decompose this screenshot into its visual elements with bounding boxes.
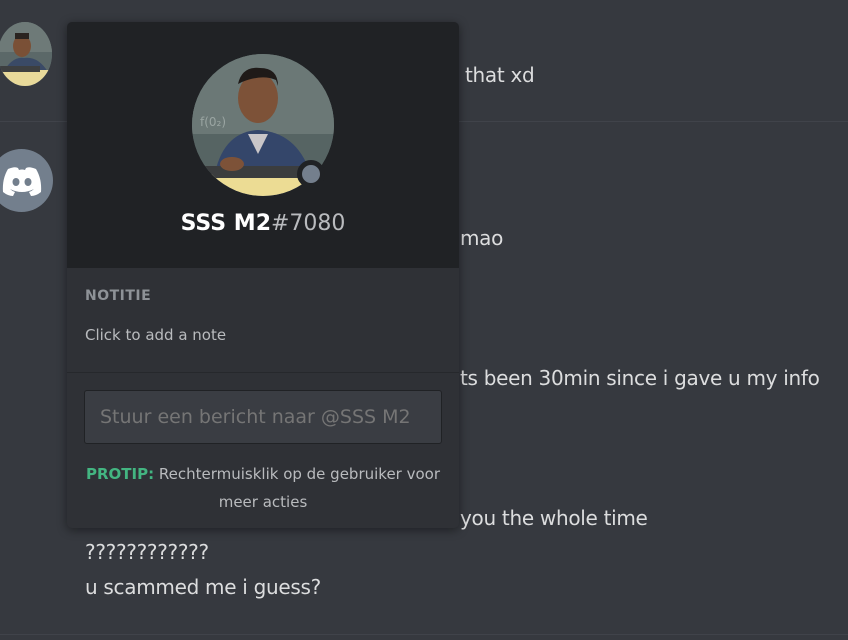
status-offline-indicator bbox=[297, 160, 325, 188]
popout-username: SSS M2#7080 bbox=[67, 210, 459, 238]
message-avatar-sss-m2[interactable] bbox=[0, 22, 52, 86]
protip: PROTIP: Rechtermuisklik op de gebruiker … bbox=[67, 460, 459, 516]
note-title: NOTITIE bbox=[85, 288, 152, 304]
user-photo-icon bbox=[0, 22, 52, 86]
popout-header: f(0₂) SSS M2#7080 bbox=[67, 22, 459, 268]
protip-label: PROTIP: bbox=[85, 465, 155, 483]
message-text-6: u scammed me i guess? bbox=[85, 575, 321, 599]
discriminator-text: #7080 bbox=[271, 211, 346, 236]
message-text-1: that xd bbox=[465, 63, 535, 87]
protip-text: Rechtermuisklik op de gebruiker voor mee… bbox=[158, 465, 441, 511]
message-avatar-discord[interactable] bbox=[0, 149, 53, 212]
message-text-3: ts been 30min since i gave u my info bbox=[460, 366, 820, 390]
user-popout: f(0₂) SSS M2#7080 NOTITIE Click to add a… bbox=[67, 22, 459, 528]
message-text-5: ???????????? bbox=[85, 540, 209, 564]
username-text: SSS M2 bbox=[180, 211, 271, 236]
message-text-4: you the whole time bbox=[460, 506, 648, 530]
svg-text:f(0₂): f(0₂) bbox=[200, 115, 226, 129]
discord-logo-icon bbox=[2, 166, 41, 196]
message-text-2: mao bbox=[460, 226, 504, 250]
note-field[interactable]: Click to add a note bbox=[85, 326, 226, 344]
separator bbox=[67, 372, 459, 373]
divider bbox=[0, 634, 848, 635]
direct-message-input[interactable] bbox=[84, 390, 442, 444]
